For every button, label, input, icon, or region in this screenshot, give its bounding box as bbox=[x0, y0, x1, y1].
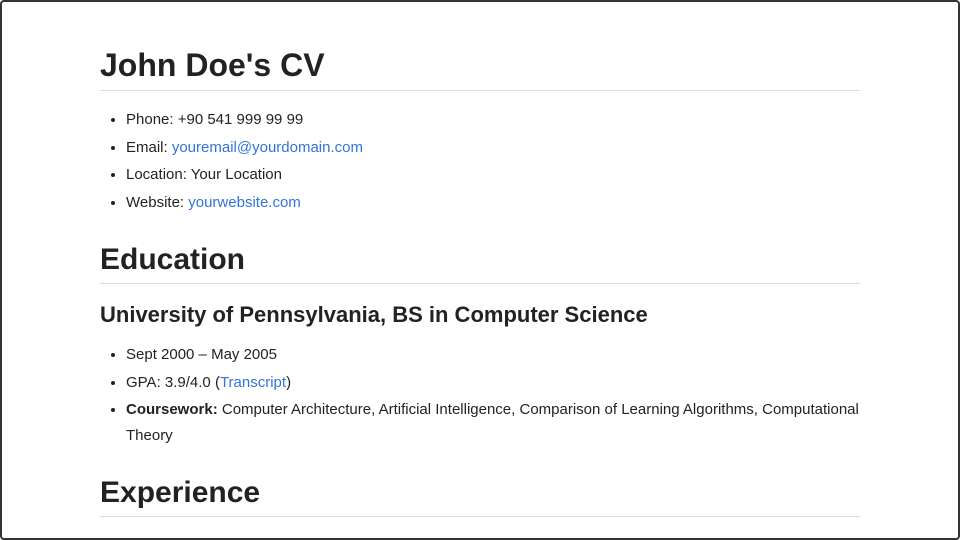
scroll-container[interactable]: John Doe's CV Phone: +90 541 999 99 99 E… bbox=[2, 2, 958, 538]
phone-label: Phone: bbox=[126, 111, 178, 128]
location-label: Location: bbox=[126, 166, 191, 183]
education-details: Sept 2000 – May 2005 GPA: 3.9/4.0 (Trans… bbox=[100, 342, 860, 448]
contact-list: Phone: +90 541 999 99 99 Email: youremai… bbox=[100, 107, 860, 215]
location-value: Your Location bbox=[191, 166, 282, 183]
email-link[interactable]: youremail@yourdomain.com bbox=[172, 139, 363, 156]
website-label: Website: bbox=[126, 194, 188, 211]
phone-value: +90 541 999 99 99 bbox=[178, 111, 304, 128]
education-heading: Education bbox=[100, 243, 860, 284]
contact-website: Website: yourwebsite.com bbox=[126, 190, 860, 216]
contact-email: Email: youremail@yourdomain.com bbox=[126, 135, 860, 161]
document-content: John Doe's CV Phone: +90 541 999 99 99 E… bbox=[100, 2, 860, 538]
education-dates: Sept 2000 – May 2005 bbox=[126, 342, 860, 368]
experience-heading: Experience bbox=[100, 476, 860, 517]
transcript-link[interactable]: Transcript bbox=[220, 374, 286, 391]
education-gpa: GPA: 3.9/4.0 (Transcript) bbox=[126, 370, 860, 396]
experience-job1-title: Apple, Software Engineer bbox=[100, 535, 860, 538]
gpa-suffix: ) bbox=[286, 374, 291, 391]
page-title: John Doe's CV bbox=[100, 47, 860, 91]
coursework-label: Coursework: bbox=[126, 401, 218, 418]
email-label: Email: bbox=[126, 139, 172, 156]
coursework-value: Computer Architecture, Artificial Intell… bbox=[126, 401, 859, 444]
education-school: University of Pennsylvania, BS in Comput… bbox=[100, 302, 860, 328]
contact-location: Location: Your Location bbox=[126, 162, 860, 188]
website-link[interactable]: yourwebsite.com bbox=[188, 194, 301, 211]
education-coursework: Coursework: Computer Architecture, Artif… bbox=[126, 397, 860, 448]
gpa-prefix: GPA: 3.9/4.0 ( bbox=[126, 374, 220, 391]
contact-phone: Phone: +90 541 999 99 99 bbox=[126, 107, 860, 133]
